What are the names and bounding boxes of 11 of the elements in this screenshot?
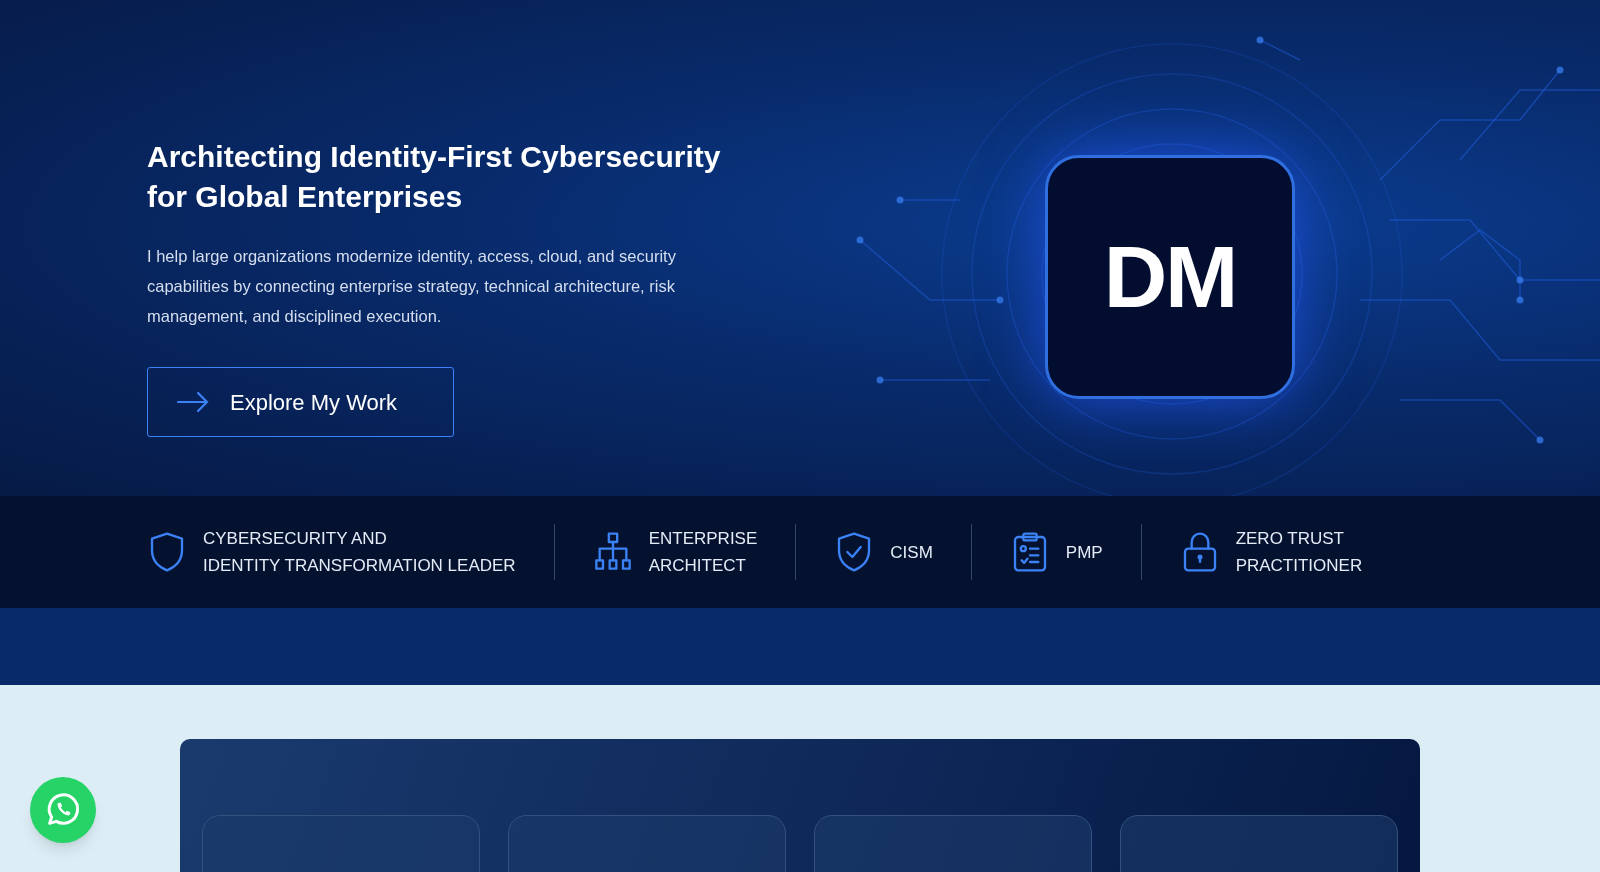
hero-description: I help large organizations modernize identity, access, cloud, and security capabilities by connecting enterprise strategy, technical architecture, risk management, and disciplined execution. [147, 246, 677, 327]
chat-button[interactable] [30, 777, 96, 843]
credential-label: ENTERPRISE ARCHITECT [648, 528, 758, 577]
credential-label: CISM [890, 541, 933, 564]
credential-label: ZERO TRUST PRACTITIONER [1235, 528, 1363, 577]
hero-title: Architecting Identity-First Cybersecurity for Global Enterprises [147, 139, 722, 215]
monogram-tile: DM [1045, 155, 1295, 399]
arrow-right-icon [176, 391, 210, 413]
explore-button[interactable]: Explore My Work [147, 367, 454, 437]
credential-label: PMP [1065, 541, 1103, 564]
credential-label: CYBERSECURITY AND IDENTITY TRANSFORMATION LEADER [203, 528, 516, 577]
